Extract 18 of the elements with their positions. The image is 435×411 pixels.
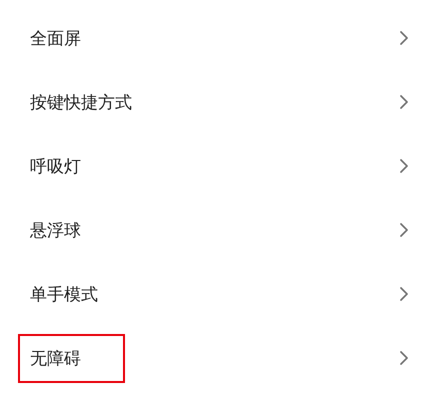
settings-item-label: 无障碍 [18, 334, 125, 382]
chevron-right-icon [399, 158, 409, 174]
settings-item[interactable]: 单手模式 [0, 262, 435, 326]
settings-item-label: 呼吸灯 [29, 156, 82, 178]
chevron-right-icon [399, 350, 409, 366]
settings-item[interactable]: 全面屏 [0, 6, 435, 70]
settings-item[interactable]: 呼吸灯 [0, 134, 435, 198]
chevron-right-icon [399, 94, 409, 110]
settings-item-label: 单手模式 [29, 284, 99, 306]
settings-item[interactable]: 悬浮球 [0, 198, 435, 262]
chevron-right-icon [399, 30, 409, 46]
chevron-right-icon [399, 286, 409, 302]
chevron-right-icon [399, 222, 409, 238]
settings-item[interactable]: 无障碍 [0, 326, 435, 390]
settings-item-label: 悬浮球 [29, 220, 82, 242]
settings-item-label: 按键快捷方式 [29, 92, 133, 114]
settings-item[interactable]: 按键快捷方式 [0, 70, 435, 134]
settings-item-label: 全面屏 [29, 28, 82, 50]
